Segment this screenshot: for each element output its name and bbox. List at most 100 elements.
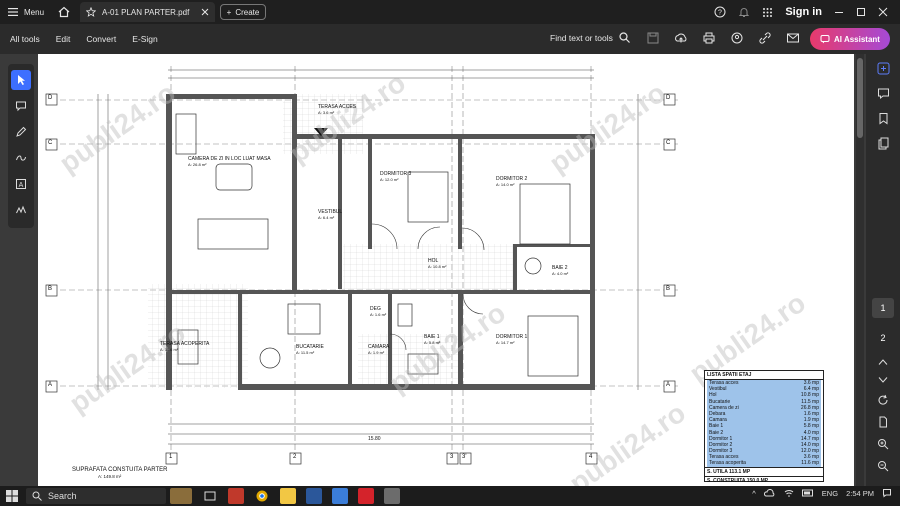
draw-tool[interactable] (11, 148, 31, 168)
ai-assistant-button[interactable]: AI Assistant (810, 28, 890, 50)
space-area: 11.6 mp (801, 460, 819, 467)
word-icon[interactable] (306, 488, 322, 504)
page-1-button[interactable]: 1 (872, 298, 894, 318)
axis-label-a-left: A (48, 382, 53, 388)
file-explorer-icon[interactable] (280, 488, 296, 504)
zoom-out-icon[interactable] (877, 460, 889, 472)
vertical-scrollbar[interactable] (856, 54, 864, 486)
axis-label-d-left: D (48, 95, 53, 101)
taskbar-search-icon (32, 491, 42, 501)
convert-menu[interactable]: Convert (86, 34, 116, 44)
watermark-text-7: publi24.ro (564, 397, 691, 486)
mail-icon[interactable] (786, 31, 800, 45)
wifi-icon[interactable] (784, 489, 794, 497)
taskbar-search[interactable]: Search (26, 488, 166, 504)
sign-in-button[interactable]: Sign in (785, 6, 822, 18)
print-icon[interactable] (702, 31, 716, 45)
star-icon[interactable] (86, 7, 96, 17)
help-icon[interactable]: ? (714, 6, 726, 18)
acrobat-icon[interactable] (358, 488, 374, 504)
clock-time[interactable]: 2:54 PM (846, 489, 874, 498)
room-dormitor-1: DORMITOR 1 A: 14.7 m² (496, 334, 528, 345)
space-list-title: LISTA SPATII ETAJ (705, 371, 823, 380)
cursor-icon (18, 75, 25, 85)
text-tool[interactable]: A (11, 174, 31, 194)
room-camara: CAMARA A: 1.9 m² (368, 344, 390, 355)
signature-tool[interactable] (11, 200, 31, 220)
menu-button[interactable]: Menu (0, 0, 52, 24)
document-tab[interactable]: A-01 PLAN PARTER.pdf (80, 2, 215, 22)
create-button[interactable]: + Create (220, 4, 266, 20)
share-user-icon[interactable] (730, 31, 744, 45)
save-icon[interactable] (646, 31, 660, 45)
minimize-icon[interactable] (834, 7, 844, 17)
axis-label-c-left: C (48, 140, 53, 146)
animal-widget-icon[interactable] (170, 488, 192, 504)
axis-label-3-prime: 3' (462, 454, 467, 460)
scrollbar-thumb[interactable] (857, 58, 863, 138)
ai-assistant-label: AI Assistant (834, 34, 880, 44)
space-construita-total: S. CONSTRUITA 150.0 MP (705, 475, 823, 485)
space-util-total: S. UTILA 113.1 MP (705, 466, 823, 476)
plus-icon: + (226, 7, 232, 17)
svg-text:?: ? (718, 10, 722, 17)
maximize-icon[interactable] (856, 7, 866, 17)
language-indicator[interactable]: ENG (822, 489, 838, 498)
hamburger-icon (8, 8, 18, 16)
comment-tool[interactable] (11, 96, 31, 116)
pdf-page[interactable]: publi24.ro publi24.ro publi24.ro publi24… (38, 54, 854, 486)
freehand-icon (16, 155, 26, 161)
close-window-icon[interactable] (878, 7, 888, 17)
search-icon (619, 32, 630, 43)
left-tool-palette: A (8, 64, 34, 228)
select-tool[interactable] (11, 70, 31, 90)
windows-start-icon[interactable] (6, 490, 18, 502)
home-icon[interactable] (58, 6, 70, 18)
upload-cloud-icon[interactable] (674, 31, 688, 45)
task-view-icon[interactable] (202, 488, 218, 504)
bell-icon[interactable] (738, 6, 750, 18)
room-camera-de-zi: CAMERA DE ZI IN LOC LUAT MASA A: 26.8 m² (188, 156, 271, 167)
svg-text:A: A (19, 182, 24, 189)
zoom-in-icon[interactable] (877, 438, 889, 450)
edit-menu[interactable]: Edit (56, 34, 71, 44)
notification-icon[interactable] (882, 488, 892, 498)
pages-panel-icon[interactable] (877, 137, 890, 150)
windows-taskbar: Search ^ ENG 2:54 PM (0, 486, 900, 506)
close-tab-icon[interactable] (201, 8, 209, 16)
axis-label-3: 3 (450, 454, 454, 460)
comments-panel-icon[interactable] (877, 87, 890, 100)
ai-sparkle-icon (820, 34, 830, 44)
all-tools-menu[interactable]: All tools (10, 34, 40, 44)
chevron-down-icon[interactable] (878, 376, 888, 384)
ai-panel-icon[interactable] (877, 62, 890, 75)
signature-icon (16, 205, 26, 214)
tray-chevron-icon[interactable]: ^ (752, 489, 756, 498)
cloud-tray-icon[interactable] (763, 489, 776, 497)
page-2-button[interactable]: 2 (872, 328, 894, 348)
battery-icon[interactable] (801, 489, 814, 497)
chrome-icon[interactable] (254, 488, 270, 504)
room-bucatarie: BUCATARIE A: 11.5 m² (296, 344, 324, 355)
apps-grid-icon[interactable] (762, 7, 773, 18)
room-vestibul: VESTIBUL A: 6.4 m² (318, 209, 343, 220)
space-name: Terasa acoperita (709, 460, 746, 467)
find-tools-search[interactable]: Find text or tools (550, 32, 630, 43)
refresh-icon[interactable] (877, 394, 889, 406)
room-dormitor-2: DORMITOR 2 A: 14.0 m² (496, 176, 528, 187)
photos-icon[interactable] (332, 488, 348, 504)
pen-icon (16, 126, 27, 137)
esign-menu[interactable]: E-Sign (132, 34, 158, 44)
mail-app-icon[interactable] (384, 488, 400, 504)
axis-label-2: 2 (293, 454, 297, 460)
link-icon[interactable] (758, 31, 772, 45)
axis-label-1: 1 (169, 454, 173, 460)
highlight-tool[interactable] (11, 122, 31, 142)
bookmark-panel-icon[interactable] (877, 112, 890, 125)
watermark-text-3: publi24.ro (544, 77, 671, 179)
screen-recorder-icon[interactable] (228, 488, 244, 504)
chevron-up-icon[interactable] (878, 358, 888, 366)
room-terasa-acoperita: TERASA ACOPERITA A: 11.6 m² (160, 341, 210, 352)
axis-label-c-right: C (666, 140, 671, 146)
document-icon[interactable] (877, 416, 889, 428)
